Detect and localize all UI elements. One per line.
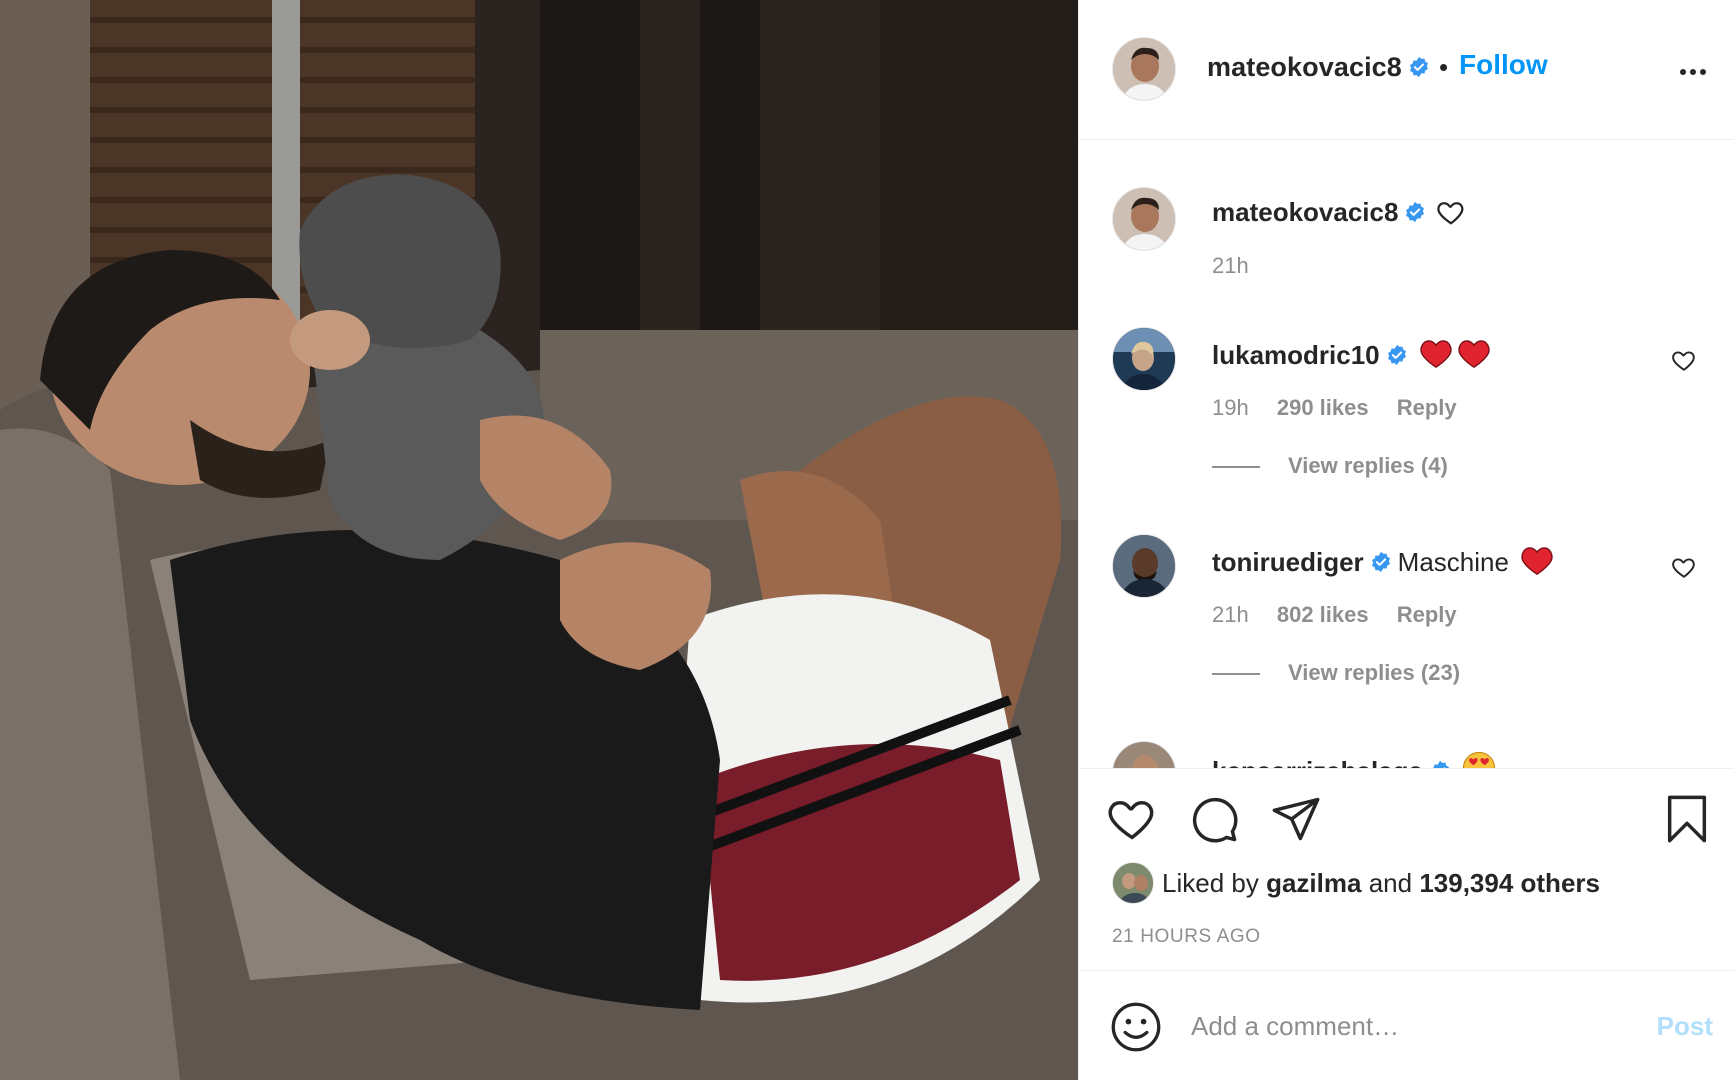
caption-time: 21h — [1212, 253, 1249, 278]
comment-username[interactable]: lukamodric10 — [1212, 340, 1380, 370]
comment-avatar[interactable] — [1112, 741, 1176, 768]
comment-likes[interactable]: 802 likes — [1277, 602, 1369, 627]
post-header: mateokovacic8 • Follow — [1079, 0, 1734, 140]
post-comment-button[interactable]: Post — [1657, 1011, 1713, 1042]
post-timestamp[interactable]: 21 HOURS AGO — [1112, 926, 1261, 948]
comment-time: 21h — [1212, 602, 1249, 627]
author-username-row: mateokovacic8 — [1207, 52, 1430, 83]
caption-avatar[interactable] — [1112, 187, 1176, 251]
comment-username[interactable]: toniruediger — [1212, 547, 1364, 577]
red-heart-emoji-icon — [1458, 340, 1490, 369]
reply-button[interactable]: Reply — [1397, 395, 1457, 420]
comment-icon[interactable] — [1188, 793, 1240, 845]
view-replies-button[interactable]: View replies (23) — [1212, 660, 1460, 686]
caption-username[interactable]: mateokovacic8 — [1212, 197, 1398, 227]
verified-badge-icon — [1409, 56, 1428, 78]
verified-badge-icon — [1371, 551, 1390, 573]
comment-avatar[interactable] — [1112, 327, 1176, 391]
comment-avatar-image — [1113, 535, 1175, 597]
author-avatar-image — [1113, 38, 1175, 100]
replies-divider — [1212, 466, 1260, 469]
liked-by-joiner: and — [1368, 868, 1413, 898]
author-username[interactable]: mateokovacic8 — [1207, 52, 1402, 82]
view-replies-button[interactable]: View replies (4) — [1212, 453, 1448, 479]
liker-avatar[interactable] — [1112, 862, 1154, 904]
verified-badge-icon — [1432, 760, 1449, 768]
likes-count[interactable]: 139,394 others — [1419, 868, 1600, 898]
comment-input[interactable] — [1191, 1001, 1591, 1051]
liker-avatar-image — [1113, 863, 1153, 903]
verified-badge-icon — [1406, 201, 1425, 223]
liked-by-user[interactable]: gazilma — [1266, 868, 1361, 898]
comments-list[interactable]: mateokovacic8 21h lukamodric10 19h 290 l… — [1079, 141, 1734, 768]
comment-avatar-image — [1113, 328, 1175, 390]
comment-line: toniruediger Maschine — [1212, 544, 1554, 578]
comment-like-icon[interactable] — [1671, 347, 1697, 373]
red-heart-emoji-icon — [1420, 340, 1452, 369]
caption-heart-icon[interactable] — [1436, 197, 1466, 227]
heart-icon[interactable] — [1106, 793, 1158, 845]
liked-by-prefix: Liked by — [1162, 868, 1259, 898]
replies-divider — [1212, 673, 1260, 676]
likes-summary[interactable]: Liked by gazilma and 139,394 others — [1112, 862, 1600, 904]
red-heart-emoji-icon — [1521, 547, 1553, 576]
post-actions: Liked by gazilma and 139,394 others 21 H… — [1079, 768, 1734, 970]
verified-badge-icon — [1387, 344, 1406, 366]
post-side-panel: mateokovacic8 • Follow mateokovacic8 21h… — [1078, 0, 1734, 1080]
view-replies-label: View replies (23) — [1288, 660, 1461, 685]
comment-likes[interactable]: 290 likes — [1277, 395, 1369, 420]
caption-meta: 21h — [1212, 253, 1271, 279]
comment-username[interactable]: kepaarrizabalaga — [1212, 756, 1423, 768]
comment-line: kepaarrizabalaga — [1212, 751, 1496, 768]
comment-like-icon[interactable] — [1671, 554, 1697, 580]
post-image — [0, 0, 1078, 1080]
heart-eyes-emoji-icon — [1463, 751, 1496, 768]
follow-button[interactable]: Follow — [1459, 49, 1548, 81]
emoji-icon[interactable] — [1110, 1001, 1162, 1053]
comment-avatar[interactable] — [1112, 534, 1176, 598]
reply-button[interactable]: Reply — [1397, 602, 1457, 627]
comment-meta: 21h 802 likes Reply — [1212, 602, 1479, 628]
author-avatar[interactable] — [1112, 37, 1176, 101]
bookmark-icon[interactable] — [1661, 793, 1713, 845]
caption-avatar-image — [1113, 188, 1175, 250]
view-replies-label: View replies (4) — [1288, 453, 1448, 478]
comment-meta: 19h 290 likes Reply — [1212, 395, 1479, 421]
post-photo[interactable] — [0, 0, 1078, 1080]
share-icon[interactable] — [1270, 793, 1322, 845]
caption-line: mateokovacic8 — [1212, 197, 1466, 228]
comment-text: Maschine — [1397, 547, 1509, 577]
comment-line: lukamodric10 — [1212, 337, 1491, 371]
add-comment-bar: Post — [1079, 970, 1734, 1080]
more-options-icon[interactable] — [1673, 52, 1713, 92]
comment-time: 19h — [1212, 395, 1249, 420]
header-separator: • — [1439, 52, 1449, 82]
comment-avatar-image — [1113, 742, 1175, 768]
